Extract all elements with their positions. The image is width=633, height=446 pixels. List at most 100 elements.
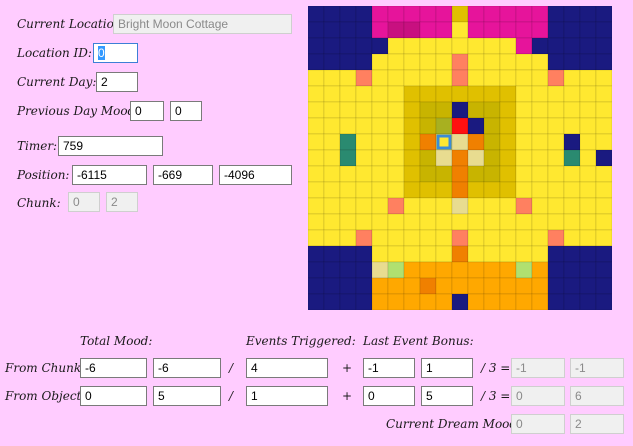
- map-cell[interactable]: [547, 245, 565, 263]
- map-cell[interactable]: [387, 149, 405, 167]
- chunks-result-b-field[interactable]: -1: [570, 358, 624, 378]
- map-cell[interactable]: [419, 6, 437, 23]
- map-cell[interactable]: [419, 165, 437, 183]
- map-cell[interactable]: [467, 101, 485, 119]
- map-cell[interactable]: [451, 117, 469, 135]
- map-cell[interactable]: [499, 213, 517, 231]
- map-cell[interactable]: [531, 53, 549, 71]
- map-cell[interactable]: [339, 213, 357, 231]
- map-cell[interactable]: [563, 181, 581, 199]
- map-cell[interactable]: [419, 181, 437, 199]
- previous-day-mood-field-a[interactable]: 0: [130, 101, 164, 121]
- map-cell[interactable]: [403, 133, 421, 151]
- map-cell[interactable]: [547, 133, 565, 151]
- map-cell[interactable]: [595, 101, 612, 119]
- map-cell[interactable]: [308, 101, 325, 119]
- position-z-field[interactable]: -4096: [219, 165, 292, 185]
- map-cell[interactable]: [547, 229, 565, 247]
- map-cell[interactable]: [467, 277, 485, 295]
- map-cell[interactable]: [499, 53, 517, 71]
- map-cell[interactable]: [308, 293, 325, 310]
- map-cell[interactable]: [579, 101, 597, 119]
- map-cell[interactable]: [419, 213, 437, 231]
- map-cell[interactable]: [355, 37, 373, 55]
- map-cell[interactable]: [579, 149, 597, 167]
- map-cell[interactable]: [547, 53, 565, 71]
- map-cell[interactable]: [451, 277, 469, 295]
- map-cell[interactable]: [323, 165, 341, 183]
- map-cell[interactable]: [323, 69, 341, 87]
- chunk-y-field[interactable]: 2: [106, 192, 138, 212]
- map-cell[interactable]: [387, 101, 405, 119]
- map-cell[interactable]: [579, 181, 597, 199]
- map-cell[interactable]: [339, 261, 357, 279]
- map-cell[interactable]: [323, 117, 341, 135]
- map-cell[interactable]: [483, 213, 501, 231]
- map-cell[interactable]: [531, 37, 549, 55]
- map-cell[interactable]: [563, 37, 581, 55]
- chunks-result-a-field[interactable]: -1: [511, 358, 565, 378]
- map-cell[interactable]: [323, 245, 341, 263]
- map-cell[interactable]: [499, 277, 517, 295]
- map-cell[interactable]: [371, 149, 389, 167]
- map-cell[interactable]: [435, 85, 453, 103]
- map-cell[interactable]: [467, 117, 485, 135]
- map-cell[interactable]: [387, 293, 405, 310]
- map-cell[interactable]: [371, 213, 389, 231]
- map-cell[interactable]: [515, 149, 533, 167]
- map-cell[interactable]: [323, 133, 341, 151]
- map-cell[interactable]: [563, 149, 581, 167]
- map-cell[interactable]: [435, 21, 453, 39]
- map-cell[interactable]: [499, 85, 517, 103]
- position-x-field[interactable]: -6115: [72, 165, 147, 185]
- map-cell[interactable]: [435, 293, 453, 310]
- map-cell[interactable]: [435, 101, 453, 119]
- map-cell[interactable]: [467, 133, 485, 151]
- map-cell[interactable]: [547, 21, 565, 39]
- map-cell[interactable]: [323, 149, 341, 167]
- objects-bonus-a-field[interactable]: 0: [363, 386, 415, 406]
- map-cell[interactable]: [387, 165, 405, 183]
- map-cell[interactable]: [339, 245, 357, 263]
- map-cell[interactable]: [563, 101, 581, 119]
- map-cell[interactable]: [451, 85, 469, 103]
- map-cell[interactable]: [595, 117, 612, 135]
- map-cell[interactable]: [467, 37, 485, 55]
- map-cell[interactable]: [339, 277, 357, 295]
- map-cell[interactable]: [371, 85, 389, 103]
- map-cell[interactable]: [339, 165, 357, 183]
- map-cell[interactable]: [483, 293, 501, 310]
- map-cell[interactable]: [483, 101, 501, 119]
- current-day-field[interactable]: 2: [96, 72, 138, 92]
- map-cell[interactable]: [451, 149, 469, 167]
- map-cell[interactable]: [387, 53, 405, 71]
- map-cell[interactable]: [308, 181, 325, 199]
- map-cell[interactable]: [499, 37, 517, 55]
- map-cell[interactable]: [579, 133, 597, 151]
- objects-bonus-b-field[interactable]: 5: [421, 386, 473, 406]
- map-cell[interactable]: [387, 21, 405, 39]
- map-cell[interactable]: [403, 213, 421, 231]
- map-cell[interactable]: [483, 85, 501, 103]
- map-cell[interactable]: [371, 165, 389, 183]
- map-cell[interactable]: [483, 277, 501, 295]
- map-cell[interactable]: [595, 21, 612, 39]
- map-cell[interactable]: [515, 213, 533, 231]
- dream-mood-b-field[interactable]: 2: [570, 414, 624, 434]
- map-cell[interactable]: [499, 149, 517, 167]
- map-cell[interactable]: [547, 293, 565, 310]
- map-cell[interactable]: [371, 181, 389, 199]
- map-cell[interactable]: [483, 6, 501, 23]
- map-cell[interactable]: [467, 53, 485, 71]
- map-cell[interactable]: [403, 101, 421, 119]
- map-cell[interactable]: [419, 197, 437, 215]
- map-cell[interactable]: [387, 261, 405, 279]
- map-cell[interactable]: [595, 133, 612, 151]
- map-cell[interactable]: [467, 181, 485, 199]
- map-cell[interactable]: [499, 181, 517, 199]
- map-cell[interactable]: [355, 229, 373, 247]
- map-cell[interactable]: [355, 117, 373, 135]
- map-cell[interactable]: [435, 53, 453, 71]
- map-cell[interactable]: [499, 101, 517, 119]
- chunks-bonus-b-field[interactable]: 1: [421, 358, 473, 378]
